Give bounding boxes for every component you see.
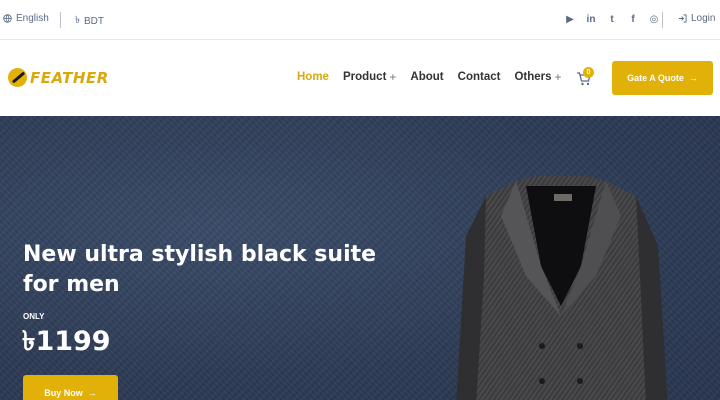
nav-item-home[interactable]: Home xyxy=(297,70,329,84)
nav-item-others[interactable]: Others + xyxy=(514,70,561,84)
globe-icon xyxy=(3,14,12,23)
black-coat-image xyxy=(456,176,668,400)
hero-headline: New ultra stylish black suite for men xyxy=(23,242,377,297)
taka-icon: ৳ xyxy=(75,15,80,26)
get-quote-button[interactable]: Gate A Quote → xyxy=(612,61,713,95)
top-bar: English ৳ BDT ▶ in t f ◎ Login xyxy=(0,0,720,40)
nav-label: Others xyxy=(514,71,552,83)
login-icon xyxy=(678,14,687,23)
nav-label: Home xyxy=(297,71,329,83)
divider xyxy=(60,12,61,28)
buy-now-button[interactable]: Buy Now → xyxy=(23,375,118,400)
arrow-right-icon: → xyxy=(87,388,97,398)
brand-logo[interactable]: FEATHER xyxy=(8,68,109,87)
nav-item-product[interactable]: Product + xyxy=(343,70,396,84)
social-links: ▶ in t f ◎ xyxy=(565,13,659,25)
language-selector[interactable]: English xyxy=(3,13,49,24)
brand-name: FEATHER xyxy=(30,68,109,87)
main-header: FEATHER Home Product + About Contact Others + … xyxy=(0,41,720,116)
instagram-icon[interactable]: ◎ xyxy=(649,13,659,25)
divider xyxy=(662,12,663,28)
youtube-icon[interactable]: ▶ xyxy=(565,13,575,25)
cart-count-badge: 0 xyxy=(583,67,594,78)
nav-item-contact[interactable]: Contact xyxy=(458,70,501,84)
main-nav: Home Product + About Contact Others + xyxy=(297,70,562,84)
login-link[interactable]: Login xyxy=(678,13,715,24)
currency-label: BDT xyxy=(83,16,104,27)
nav-label: Product xyxy=(342,71,387,83)
login-label: Login xyxy=(691,13,716,24)
facebook-icon[interactable]: f xyxy=(628,13,638,25)
hero-price: ৳1199 xyxy=(22,326,111,357)
nav-label: About xyxy=(410,71,444,83)
hero-banner: New ultra stylish black suite for men ON… xyxy=(0,116,720,400)
arrow-right-icon: → xyxy=(688,73,698,83)
plus-icon: + xyxy=(554,70,562,84)
twitter-icon[interactable]: t xyxy=(607,13,617,25)
price-prefix: ONLY xyxy=(23,312,45,321)
nav-label: Contact xyxy=(457,71,501,83)
feather-logo-icon xyxy=(8,68,27,87)
plus-icon: + xyxy=(389,70,397,84)
quote-button-label: Gate A Quote xyxy=(627,73,684,83)
currency-selector[interactable]: ৳ BDT xyxy=(75,13,104,30)
nav-item-about[interactable]: About xyxy=(410,70,443,84)
language-label: English xyxy=(16,13,49,24)
linkedin-icon[interactable]: in xyxy=(586,13,596,25)
buy-button-label: Buy Now xyxy=(44,388,83,398)
